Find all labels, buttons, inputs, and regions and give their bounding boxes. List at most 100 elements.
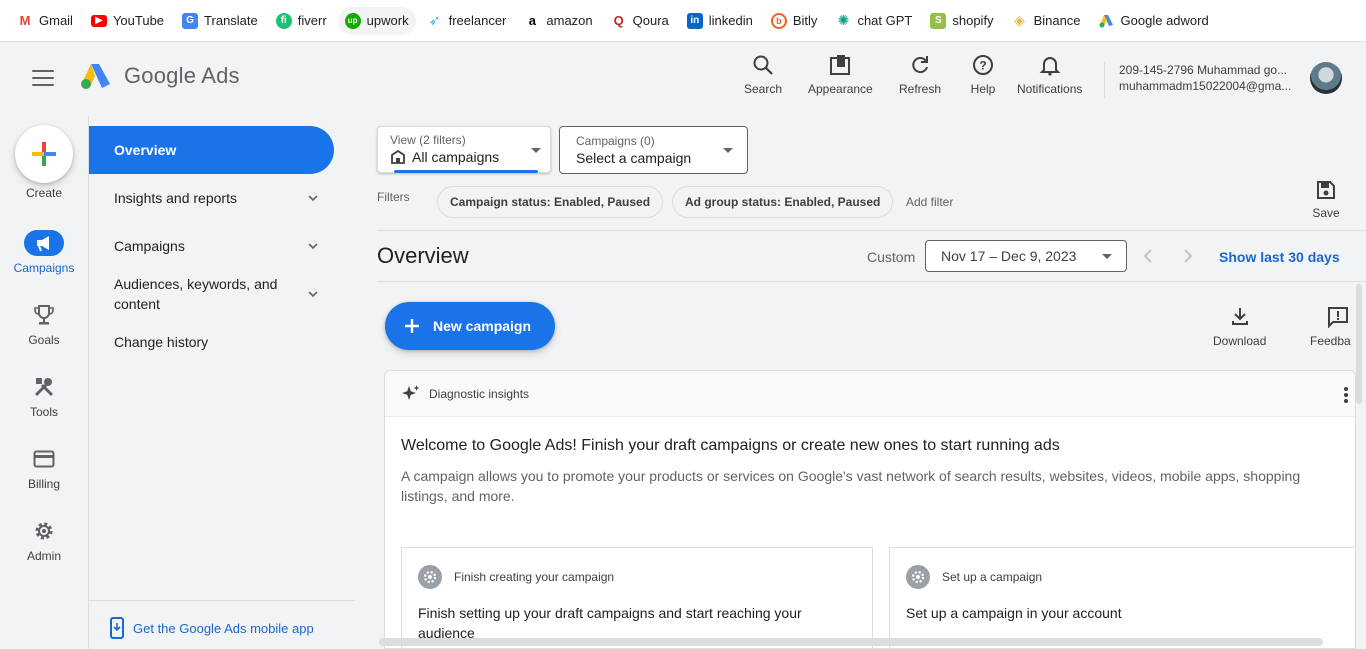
rail-item-campaigns[interactable]: Campaigns [0,228,88,288]
google-ads-logo-icon [81,64,110,89]
bitly-icon: b [770,12,787,29]
bookmark-shopify[interactable]: Sshopify [923,7,1000,35]
diagnostic-insights-card: Diagnostic insights Welcome to Google Ad… [384,370,1356,649]
logo-text: Google Ads [124,63,240,88]
filters-label: Filters [377,190,410,204]
google-ads-logo[interactable]: Google Ads [80,62,240,90]
dropdown-caret-icon [531,148,541,153]
save-icon [1317,181,1335,199]
active-indicator [394,170,538,173]
youtube-icon: ▶ [90,14,107,27]
app-header: Google Ads Search Appearance Refresh ? H… [0,42,1366,116]
bookmarks-bar: M Gmail ▶ YouTube G Translate fi fiverr up up… [0,0,1366,42]
download-icon [1231,308,1248,325]
megaphone-icon [24,230,64,256]
dropdown-caret-icon [1102,254,1112,259]
main-content: View (2 filters) All campaigns Campaigns… [355,116,1366,649]
bookmark-gmail[interactable]: M Gmail [10,7,80,35]
gear-icon [24,518,64,544]
svg-text:?: ? [979,59,986,73]
account-id: 209-145-2796 Muhammad go... [1119,63,1288,77]
binance-icon: ◈ [1011,12,1028,29]
sparkle-icon [402,384,420,400]
download-button[interactable]: Download [1213,306,1266,348]
show-last-30-days-link[interactable]: Show last 30 days [1219,249,1340,265]
finish-campaign-card[interactable]: Finish creating your campaign Finish set… [401,547,873,648]
bookmark-youtube[interactable]: ▶ YouTube [84,7,171,35]
bell-icon [1037,52,1063,78]
gmail-icon: M [17,12,33,29]
chevron-down-icon [308,243,318,250]
subnav-item-campaigns[interactable]: Campaigns [89,222,334,270]
save-button[interactable]: Save [1307,180,1345,220]
translate-icon: G [182,12,199,29]
account-info[interactable]: 209-145-2796 Muhammad go... muhammadm150… [1104,62,1291,98]
help-button[interactable]: ? Help [970,52,996,96]
nav-rail: Create Campaigns Goals Tools Billing Adm… [0,116,88,649]
appearance-button[interactable]: Appearance [808,52,873,96]
rail-item-billing[interactable]: Billing [0,444,88,504]
notifications-button[interactable]: Notifications [1017,52,1082,96]
vertical-scrollbar[interactable] [1356,284,1362,404]
secondary-nav: Overview Insights and reports Campaigns … [88,116,355,649]
rail-item-admin[interactable]: Admin [0,516,88,576]
amazon-icon: a [524,12,541,29]
add-filter-button[interactable]: Add filter [906,195,953,209]
finish-campaign-title: Finish setting up your draft campaigns a… [418,605,802,641]
chevron-down-icon [308,291,318,298]
bookmark-chatgpt[interactable]: ✺ chat GPT [828,7,919,35]
setup-campaign-card[interactable]: Set up a campaign Set up a campaign in y… [889,547,1355,648]
search-button[interactable]: Search [744,52,782,96]
bookmark-fiverr[interactable]: fi fiverr [269,7,334,35]
new-campaign-button[interactable]: New campaign [385,302,555,350]
bookmark-bitly[interactable]: b Bitly [764,7,825,35]
account-email: muhammadm15022004@gma... [1119,79,1292,93]
view-filter-dropdown[interactable]: View (2 filters) All campaigns [377,126,551,173]
card-title: Welcome to Google Ads! Finish your draft… [401,437,1060,454]
overview-toolbar: Overview Custom Nov 17 – Dec 9, 2023 Sho… [377,230,1366,282]
subnav-item-change-history[interactable]: Change history [89,318,334,366]
credit-card-icon [24,446,64,472]
phone-icon [110,617,124,639]
fiverr-icon: fi [275,12,292,29]
chevron-left-icon[interactable] [1141,248,1155,264]
gear-icon [418,565,442,589]
page-title: Overview [377,243,469,268]
chatgpt-icon: ✺ [835,12,852,29]
bookmark-freelancer[interactable]: ➶ freelancer [420,7,514,35]
menu-icon[interactable] [32,70,54,86]
bookmark-amazon[interactable]: a amazon [517,7,599,35]
rail-item-tools[interactable]: Tools [0,372,88,432]
bookmark-quora[interactable]: Q Qoura [604,7,676,35]
subnav-item-insights[interactable]: Insights and reports [89,174,334,222]
plus-icon [32,142,56,166]
feedback-icon [1328,307,1348,328]
create-button[interactable] [15,125,73,183]
mobile-app-link[interactable]: Get the Google Ads mobile app [89,600,355,639]
date-range-picker[interactable]: Nov 17 – Dec 9, 2023 [925,240,1127,272]
bookmark-linkedin[interactable]: in linkedin [680,7,760,35]
avatar[interactable] [1310,62,1342,94]
date-mode-label: Custom [867,249,916,265]
linkedin-icon: in [686,12,703,29]
bookmark-google-adword[interactable]: Google adword [1092,7,1216,35]
bookmark-translate[interactable]: G Translate [175,7,265,35]
more-vert-icon[interactable] [1343,386,1349,404]
subnav-item-audiences[interactable]: Audiences, keywords, and content [89,270,334,318]
refresh-button[interactable]: Refresh [899,52,941,96]
setup-campaign-title: Set up a campaign in your account [906,605,1122,621]
store-icon [391,149,405,164]
chevron-right-icon[interactable] [1181,248,1195,264]
filter-chip-campaign-status[interactable]: Campaign status: Enabled, Paused [437,186,664,218]
horizontal-scrollbar[interactable] [379,638,1323,646]
rail-item-goals[interactable]: Goals [0,300,88,360]
help-icon: ? [970,52,996,78]
bookmark-binance[interactable]: ◈ Binance [1005,7,1088,35]
card-body: A campaign allows you to promote your pr… [401,468,1301,504]
appearance-icon [827,52,853,78]
subnav-item-overview[interactable]: Overview [89,126,334,174]
quora-icon: Q [610,12,627,29]
campaign-select-dropdown[interactable]: Campaigns (0) Select a campaign [559,126,748,174]
filter-chip-ad-group-status[interactable]: Ad group status: Enabled, Paused [672,186,894,218]
bookmark-upwork[interactable]: up upwork [337,6,416,35]
